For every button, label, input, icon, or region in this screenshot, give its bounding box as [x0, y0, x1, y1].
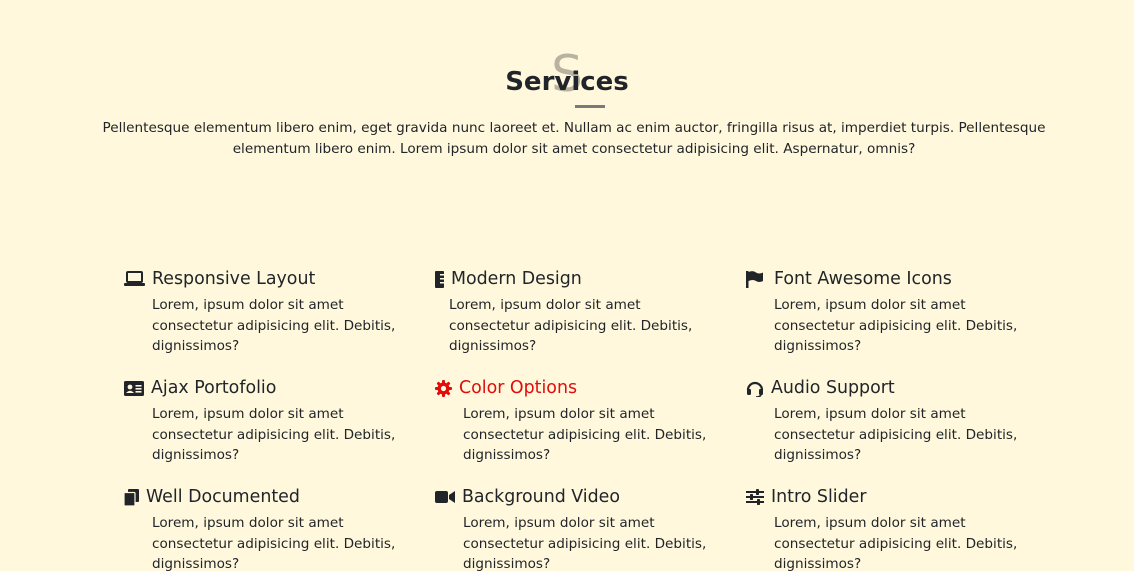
feature-description: Lorem, ipsum dolor sit amet consectetur …: [449, 297, 693, 354]
section-title-block: S Services: [0, 48, 1134, 110]
feature-description: Lorem, ipsum dolor sit amet consectetur …: [152, 515, 396, 571]
section-intro: Pellentesque elementum libero enim, eget…: [102, 120, 1046, 157]
feature-well-documented: Well Documented Lorem, ipsum dolor sit a…: [124, 485, 422, 571]
feature-description: Lorem, ipsum dolor sit amet consectetur …: [774, 515, 1018, 571]
headset-icon: [746, 378, 765, 398]
feature-description: Lorem, ipsum dolor sit amet consectetur …: [463, 515, 707, 571]
feature-title: Well Documented: [146, 487, 300, 507]
page-title: Services: [505, 67, 629, 97]
feature-font-awesome-icons: Font Awesome Icons Lorem, ipsum dolor si…: [746, 267, 1044, 357]
feature-description: Lorem, ipsum dolor sit amet consectetur …: [774, 297, 1018, 354]
feature-title: Ajax Portofolio: [151, 378, 277, 398]
feature-title: Background Video: [462, 487, 621, 507]
feature-background-video: Background Video Lorem, ipsum dolor sit …: [435, 485, 733, 571]
flag-icon: [746, 269, 768, 289]
feature-ajax-portofolio: Ajax Portofolio Lorem, ipsum dolor sit a…: [124, 376, 422, 466]
feature-title: Font Awesome Icons: [774, 269, 952, 289]
feature-responsive-layout: Responsive Layout Lorem, ipsum dolor sit…: [124, 267, 422, 357]
feature-intro-slider: Intro Slider Lorem, ipsum dolor sit amet…: [746, 485, 1044, 571]
title-underline: [575, 105, 605, 108]
video-icon: [435, 487, 456, 507]
feature-description: Lorem, ipsum dolor sit amet consectetur …: [463, 406, 707, 463]
ruler-icon: [435, 269, 445, 289]
id-card-icon: [124, 378, 145, 398]
feature-description: Lorem, ipsum dolor sit amet consectetur …: [774, 406, 1018, 463]
cog-icon: [435, 378, 453, 398]
copy-icon: [124, 487, 140, 507]
feature-description: Lorem, ipsum dolor sit amet consectetur …: [152, 406, 396, 463]
feature-title: Audio Support: [771, 378, 895, 398]
feature-description: Lorem, ipsum dolor sit amet consectetur …: [152, 297, 396, 354]
feature-title: Modern Design: [451, 269, 582, 289]
feature-title: Responsive Layout: [152, 269, 316, 289]
feature-title: Color Options: [459, 378, 578, 398]
feature-audio-support: Audio Support Lorem, ipsum dolor sit ame…: [746, 376, 1044, 466]
laptop-icon: [124, 269, 146, 289]
sliders-icon: [746, 487, 765, 507]
feature-title: Intro Slider: [771, 487, 867, 507]
feature-color-options: Color Options Lorem, ipsum dolor sit ame…: [435, 376, 733, 466]
feature-modern-design: Modern Design Lorem, ipsum dolor sit ame…: [435, 267, 719, 357]
